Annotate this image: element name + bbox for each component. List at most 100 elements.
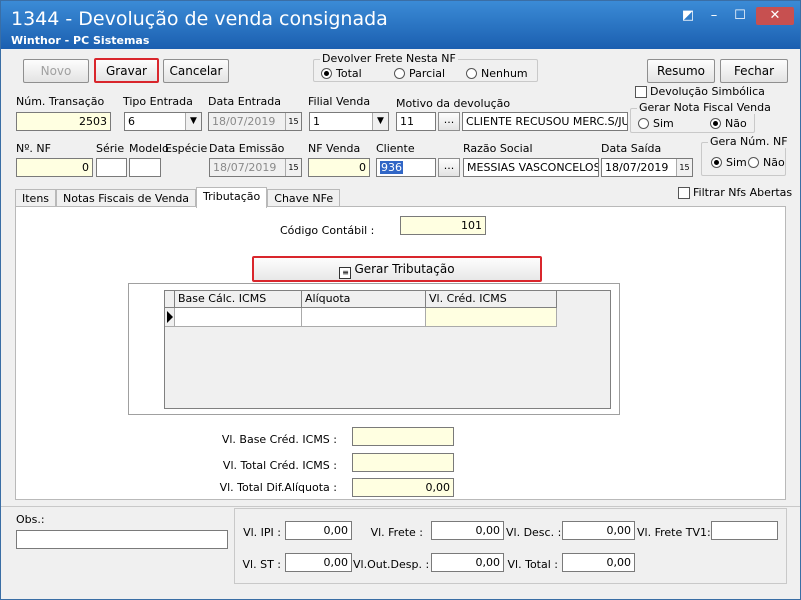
- especie-label: Espécie: [165, 142, 208, 155]
- main-window: 1344 - Devolução de venda consignada Win…: [0, 0, 801, 600]
- radio-dot-icon: [748, 157, 759, 168]
- frete-radio-parcial[interactable]: Parcial: [394, 67, 445, 80]
- resumo-button[interactable]: Resumo: [647, 59, 715, 83]
- modelo-label: Modelo: [129, 142, 169, 155]
- modelo-field[interactable]: [129, 158, 161, 177]
- fechar-button[interactable]: Fechar: [720, 59, 788, 83]
- cliente-label: Cliente: [376, 142, 415, 155]
- vl-frete-label: Vl. Frete :: [370, 526, 423, 539]
- window-title: 1344 - Devolução de venda consignada: [11, 8, 388, 30]
- gerar-nota-radio-nao[interactable]: Não: [710, 117, 747, 130]
- grid-header-aliquota[interactable]: Alíquota: [302, 291, 426, 308]
- grid-corner: [165, 291, 175, 308]
- motivo-descricao-field[interactable]: CLIENTE RECUSOU MERC.S/JUSTI: [462, 112, 628, 131]
- tipo-entrada-label: Tipo Entrada: [123, 95, 193, 108]
- num-transacao-field[interactable]: 2503: [16, 112, 111, 131]
- num-transacao-label: Núm. Transação: [16, 95, 105, 108]
- data-emissao-field[interactable]: 18/07/2019 15: [209, 158, 302, 177]
- filtrar-nfs-checkbox[interactable]: Filtrar Nfs Abertas: [678, 186, 792, 199]
- gera-num-nf-radio-nao[interactable]: Não: [748, 156, 785, 169]
- gera-num-nf-title: Gera Núm. NF: [708, 135, 790, 148]
- radio-dot-icon: [638, 118, 649, 129]
- checkbox-icon: [678, 186, 690, 199]
- grid-cell-aliquota[interactable]: [302, 308, 426, 327]
- gerar-nota-radio-sim[interactable]: Sim: [638, 117, 674, 130]
- vl-frete-tv1-label: Vl. Frete TV1:: [637, 526, 711, 539]
- row-indicator-icon: [165, 308, 175, 327]
- calendar-icon[interactable]: 15: [285, 113, 301, 130]
- radio-dot-icon: [321, 68, 332, 79]
- cancelar-button[interactable]: Cancelar: [163, 59, 229, 83]
- radio-dot-icon: [710, 118, 721, 129]
- nf-venda-field[interactable]: 0: [308, 158, 370, 177]
- vl-total-dif-label: Vl. Total Dif.Alíquota :: [219, 481, 337, 494]
- codigo-contabil-field[interactable]: 101: [400, 216, 486, 235]
- num-nf-field[interactable]: 0: [16, 158, 93, 177]
- devolucao-simbolica-checkbox[interactable]: Devolução Simbólica: [635, 85, 765, 98]
- motivo-label: Motivo da devolução: [396, 97, 511, 110]
- vl-frete-tv1-field[interactable]: [711, 521, 778, 540]
- maximize-icon[interactable]: ☐: [730, 7, 750, 25]
- vl-total-field[interactable]: 0,00: [562, 553, 635, 572]
- gerar-tributacao-button[interactable]: ≡ Gerar Tributação: [252, 256, 542, 282]
- chevron-down-icon[interactable]: ▼: [372, 113, 388, 130]
- vl-st-field[interactable]: 0,00: [285, 553, 352, 572]
- data-entrada-field[interactable]: 18/07/2019 15: [208, 112, 302, 131]
- footer-divider: [1, 506, 800, 507]
- gravar-button[interactable]: Gravar: [94, 58, 159, 83]
- vl-total-cred-field[interactable]: [352, 453, 454, 472]
- frete-radio-total[interactable]: Total: [321, 67, 362, 80]
- radio-dot-icon: [466, 68, 477, 79]
- frete-radio-nenhum[interactable]: Nenhum: [466, 67, 528, 80]
- calendar-icon[interactable]: 15: [676, 159, 692, 176]
- vl-base-cred-field[interactable]: [352, 427, 454, 446]
- calendar-icon[interactable]: 15: [285, 159, 301, 176]
- vl-desc-field[interactable]: 0,00: [562, 521, 635, 540]
- tab-tributacao[interactable]: Tributação: [196, 187, 268, 208]
- vl-total-dif-field[interactable]: 0,00: [352, 478, 454, 497]
- grid-cell-vl-cred[interactable]: [426, 308, 557, 327]
- restore-icon[interactable]: ◩: [678, 7, 698, 25]
- cliente-field[interactable]: 936: [376, 158, 436, 177]
- grid-cell-base-calc[interactable]: [175, 308, 302, 327]
- obs-label: Obs.:: [16, 513, 45, 526]
- vl-frete-field[interactable]: 0,00: [431, 521, 504, 540]
- close-icon[interactable]: ✕: [756, 7, 794, 25]
- totals-box: [234, 508, 787, 584]
- vl-desc-label: Vl. Desc. :: [506, 526, 562, 539]
- grid-header-vl-cred[interactable]: Vl. Créd. ICMS: [426, 291, 557, 308]
- grid-header-base-calc[interactable]: Base Cálc. ICMS: [175, 291, 302, 308]
- serie-field[interactable]: [96, 158, 127, 177]
- cliente-search-button[interactable]: ...: [438, 158, 460, 177]
- motivo-search-button[interactable]: ...: [438, 112, 460, 131]
- motivo-codigo-field[interactable]: 11: [396, 112, 436, 131]
- tipo-entrada-select[interactable]: 6 ▼: [124, 112, 202, 131]
- window-subtitle: Winthor - PC Sistemas: [11, 34, 150, 47]
- minimize-icon[interactable]: –: [704, 7, 724, 25]
- data-emissao-label: Data Emissão: [209, 142, 285, 155]
- vl-st-label: Vl. ST :: [242, 558, 281, 571]
- codigo-contabil-label: Código Contábil :: [280, 224, 375, 237]
- vl-ipi-label: Vl. IPI :: [243, 526, 281, 539]
- vl-total-label: Vl. Total :: [507, 558, 558, 571]
- data-saida-field[interactable]: 18/07/2019 15: [601, 158, 693, 177]
- data-saida-label: Data Saída: [601, 142, 662, 155]
- razao-social-field[interactable]: MESSIAS VASCONCELOS: [463, 158, 599, 177]
- radio-dot-icon: [711, 157, 722, 168]
- num-nf-label: Nº. NF: [16, 142, 51, 155]
- title-bar[interactable]: 1344 - Devolução de venda consignada Win…: [1, 1, 800, 49]
- vl-ipi-field[interactable]: 0,00: [285, 521, 352, 540]
- razao-social-label: Razão Social: [463, 142, 533, 155]
- radio-dot-icon: [394, 68, 405, 79]
- filial-venda-select[interactable]: 1 ▼: [309, 112, 389, 131]
- obs-field[interactable]: [16, 530, 228, 549]
- vl-out-desp-field[interactable]: 0,00: [431, 553, 504, 572]
- gera-num-nf-radio-sim[interactable]: Sim: [711, 156, 747, 169]
- novo-button[interactable]: Novo: [23, 59, 89, 83]
- chevron-down-icon[interactable]: ▼: [185, 113, 201, 130]
- filial-venda-label: Filial Venda: [308, 95, 371, 108]
- vl-out-desp-label: Vl.Out.Desp. :: [353, 558, 430, 571]
- tributacao-grid[interactable]: Base Cálc. ICMS Alíquota Vl. Créd. ICMS: [164, 290, 611, 409]
- nf-venda-label: NF Venda: [308, 142, 361, 155]
- gerar-nota-title: Gerar Nota Fiscal Venda: [637, 101, 773, 114]
